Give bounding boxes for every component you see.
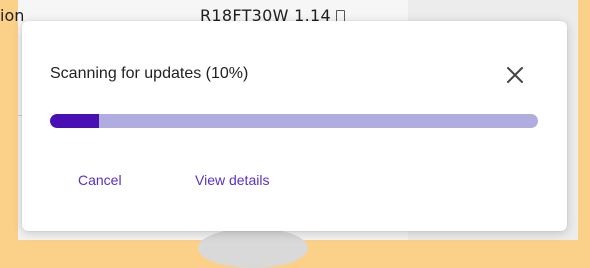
dialog-title: Scanning for updates (10%) bbox=[50, 65, 249, 82]
background-button-shape bbox=[198, 228, 308, 268]
progress-bar bbox=[50, 114, 538, 128]
cancel-button[interactable]: Cancel bbox=[78, 172, 122, 188]
background-field-label: ion bbox=[0, 6, 25, 25]
view-details-button[interactable]: View details bbox=[195, 172, 269, 188]
update-scan-dialog: Scanning for updates (10%) Cancel View d… bbox=[22, 21, 567, 231]
progress-bar-fill bbox=[50, 114, 99, 128]
close-button[interactable] bbox=[501, 61, 529, 89]
close-icon bbox=[507, 67, 523, 83]
